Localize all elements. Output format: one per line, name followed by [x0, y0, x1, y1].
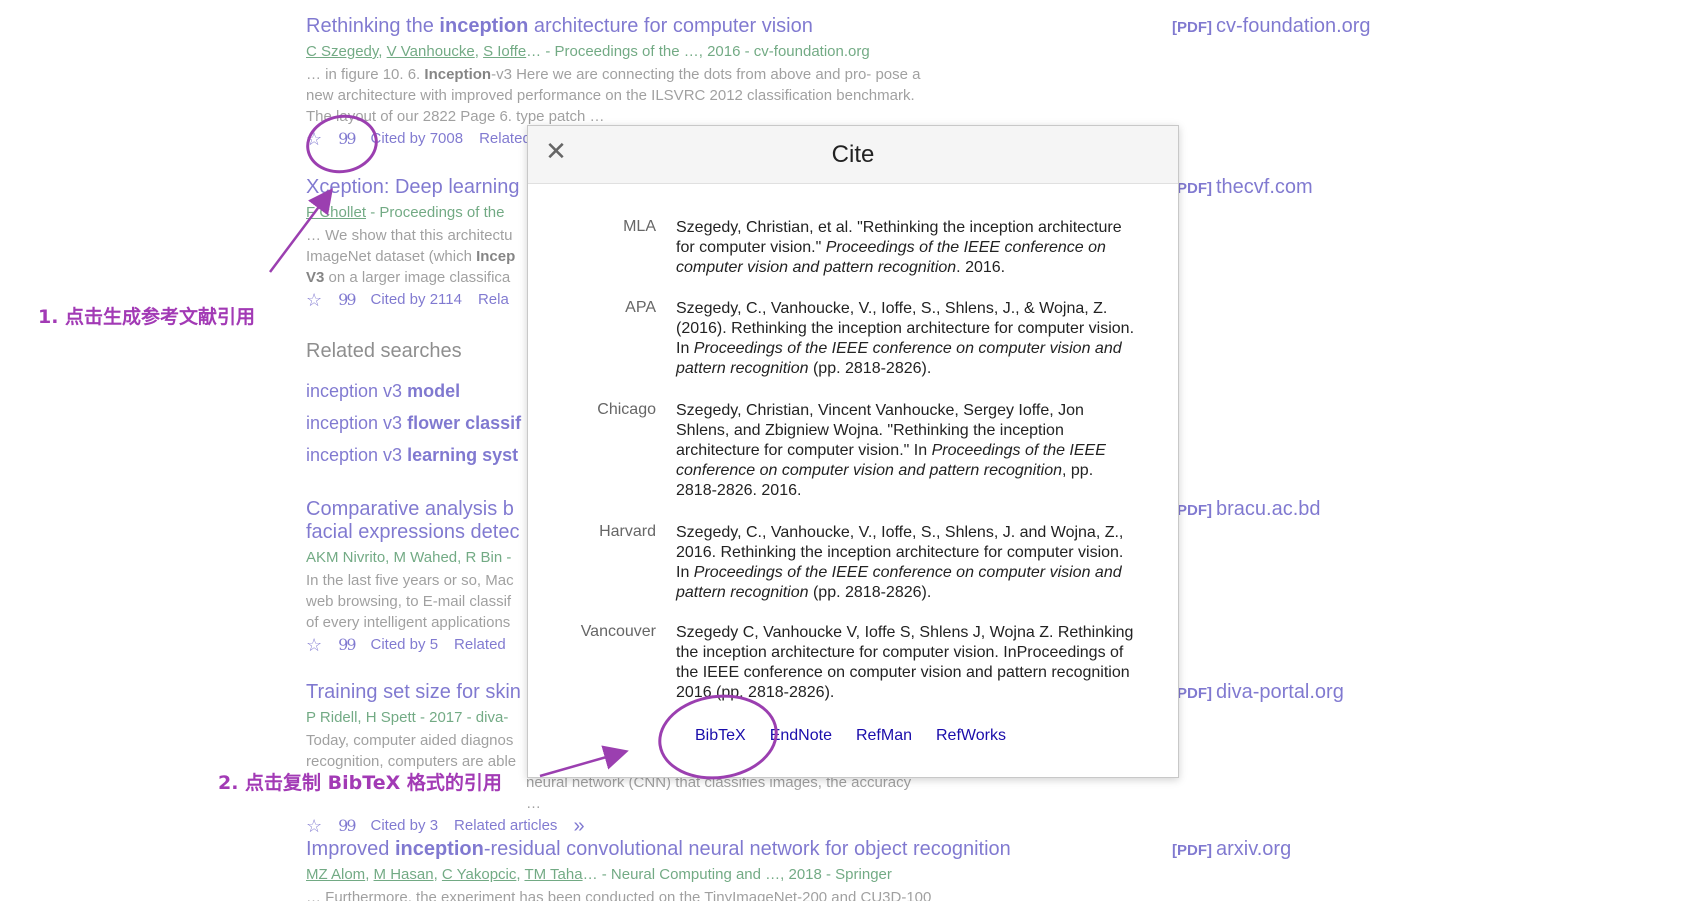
- arrow-to-cite: [269, 188, 333, 273]
- annotation-arrows: [269, 188, 629, 778]
- arrow-to-bibtex: [539, 745, 629, 778]
- annotation-step-2: 2. 点击复制 BibTeX 格式的引用: [218, 772, 502, 794]
- annotation-step-1: 1. 点击生成参考文献引用: [38, 306, 256, 328]
